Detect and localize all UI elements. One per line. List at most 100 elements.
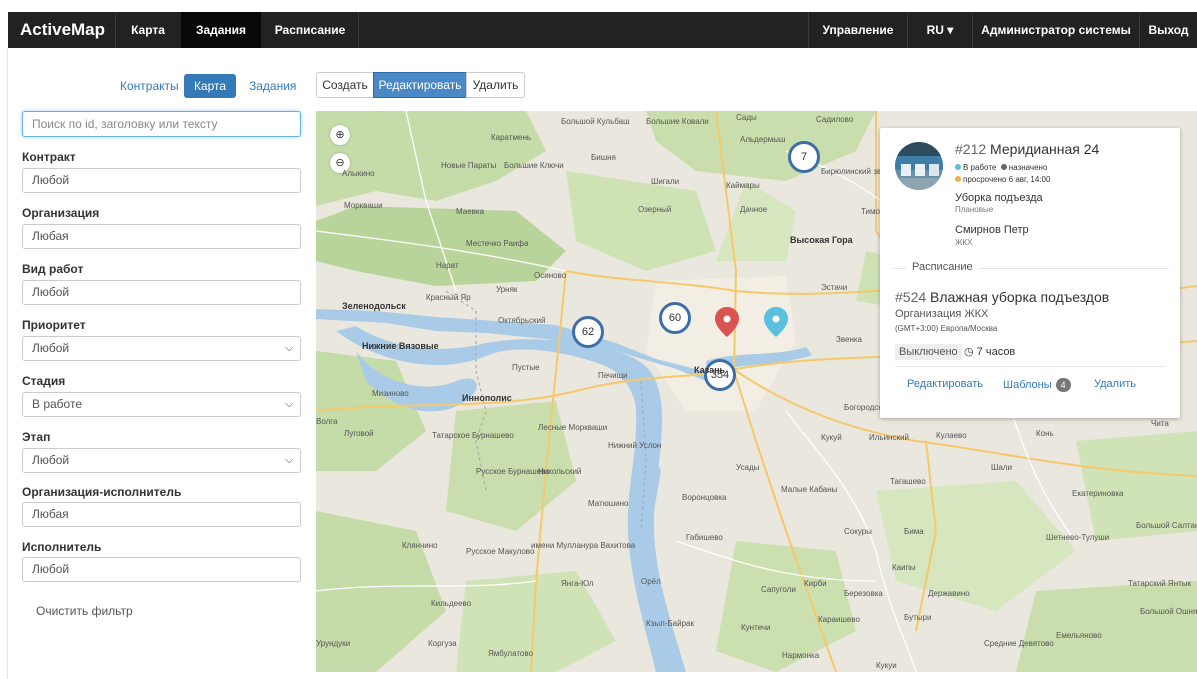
executor-org-field[interactable]: Любая (22, 502, 301, 527)
card-divider (895, 366, 1165, 367)
map-place-label: Ямбулатово (488, 649, 533, 658)
task-category: Уборка подъезда (955, 192, 1043, 204)
map-place-label: Луговой (344, 429, 374, 438)
map-place-label: Волга (316, 417, 338, 426)
work-type-label: Вид работ (22, 262, 84, 276)
task-name: Меридианная 24 (990, 141, 1100, 157)
brand-logo[interactable]: ActiveMap (20, 12, 105, 48)
status-work-dot (955, 164, 961, 170)
map-place-label: Бима (904, 527, 924, 536)
assignee-org: ЖКХ (955, 238, 973, 247)
map-place-label: Шигали (651, 177, 680, 186)
task-info-card: #212 Меридианная 24 В работе назначено п… (880, 128, 1180, 418)
work-type-field[interactable]: Любой (22, 280, 301, 305)
map-place-label: Иннополис (462, 393, 512, 403)
map-place-label: Красный Яр (426, 293, 471, 302)
map-place-label: Новые Параты (441, 161, 497, 170)
organization-field[interactable]: Любая (22, 224, 301, 249)
nav-management[interactable]: Управление (809, 12, 907, 48)
map-place-label: Каймары (726, 181, 760, 190)
map-place-label: Сокуры (844, 527, 872, 536)
task-subcategory: Плановые (955, 205, 994, 214)
map-cluster[interactable]: 62 (572, 316, 604, 348)
map-place-label: Коргуза (428, 639, 457, 648)
map-place-label: Кирби (804, 579, 827, 588)
templates-count-badge: 4 (1055, 378, 1071, 392)
executor-org-label: Организация-исполнитель (22, 485, 182, 499)
map-place-label: Кукуй (821, 433, 842, 442)
user-menu[interactable]: Администратор системы (973, 12, 1139, 48)
task-id: #212 (955, 141, 987, 157)
delete-button[interactable]: Удалить (466, 72, 525, 98)
building-photo-avatar (895, 142, 943, 190)
priority-select[interactable]: Любой ⌵ (22, 336, 301, 361)
task-overdue: просрочено 6 авг, 14:00 (955, 175, 1050, 184)
organization-label: Организация (22, 206, 100, 220)
map-place-label: Маевка (456, 207, 485, 216)
map-place-label: Нарат (436, 261, 459, 270)
map-place-label: Звенка (836, 335, 862, 344)
map-cluster[interactable]: 7 (788, 141, 820, 173)
search-input[interactable] (22, 111, 301, 137)
tab-map[interactable]: Карта (184, 74, 236, 98)
assignee-name: Смирнов Петр (955, 224, 1029, 236)
executor-field[interactable]: Любой (22, 557, 301, 582)
map-place-label: Нижние Вязовые (362, 341, 439, 351)
map-place-label: Бутыри (904, 613, 932, 622)
status-assigned-dot (1000, 164, 1007, 170)
map-place-label: Печищи (598, 371, 628, 380)
zoom-in-icon[interactable]: ⊕ (330, 125, 350, 145)
map-place-label: Татарский Янтык (1128, 579, 1192, 588)
map-place-label: Матюшино (588, 499, 629, 508)
task-title[interactable]: #212 Меридианная 24 (955, 141, 1099, 157)
schedule-title[interactable]: #524 Влажная уборка подъездов (895, 289, 1109, 305)
clock-icon: ◷ (964, 346, 974, 358)
map-place-label: Кзыл-Байрак (646, 619, 694, 628)
map-place-label: Кулаево (936, 431, 967, 440)
map-place-label: Усады (736, 463, 760, 472)
priority-label: Приоритет (22, 318, 86, 332)
overdue-dot (955, 176, 961, 182)
nav-map[interactable]: Карта (116, 12, 180, 48)
edit-button[interactable]: Редактировать (373, 72, 467, 98)
map-place-label: Никольский (538, 467, 582, 476)
map-place-label: Каратмень (491, 133, 532, 142)
stage-value: В работе (32, 397, 83, 411)
map-place-label: Малые Кабаны (781, 485, 838, 494)
logout-link[interactable]: Выход (1140, 12, 1197, 48)
contract-field[interactable]: Любой (22, 168, 301, 193)
map-place-label: Эстачи (821, 283, 848, 292)
map-place-label: Пустые (512, 363, 540, 372)
map-cluster[interactable]: 60 (659, 302, 691, 334)
task-status: В работе назначено (955, 163, 1047, 172)
map-place-label: Лесные Моркваши (538, 423, 608, 432)
delete-schedule-link[interactable]: Удалить (1094, 378, 1136, 390)
map-place-label: Большие Ковали (646, 117, 709, 126)
map-place-label: Державино (928, 589, 970, 598)
map-place-label: Русское Макулово (466, 547, 535, 556)
map-place-label: Нижний Услон (608, 441, 662, 450)
map-place-label: Екатериновка (1072, 489, 1124, 498)
nav-schedule[interactable]: Расписание (262, 12, 358, 48)
nav-tasks[interactable]: Задания (181, 12, 261, 48)
tab-contracts[interactable]: Контракты (112, 74, 187, 98)
map-place-label: Альдермыш (740, 135, 786, 144)
map-place-label: Каипы (892, 563, 916, 572)
create-button[interactable]: Создать (316, 72, 374, 98)
clear-filter-button[interactable]: Очистить фильтр (36, 604, 133, 618)
map-place-label: Воронцовка (682, 493, 727, 502)
contract-label: Контракт (22, 150, 76, 164)
templates-link[interactable]: Шаблоны 4 (1003, 378, 1071, 392)
phase-label: Этап (22, 430, 51, 444)
map-place-label: Октябрьский (498, 316, 546, 325)
map-place-label: Алыкино (342, 169, 375, 178)
map-cluster[interactable]: 354 (704, 359, 736, 391)
stage-select[interactable]: В работе ⌵ (22, 392, 301, 417)
map-marker-blue-dot (772, 315, 780, 323)
map-place-label: Габишево (686, 533, 723, 542)
duration-text: 7 часов (976, 346, 1016, 358)
tab-tasks[interactable]: Задания (241, 74, 304, 98)
edit-schedule-link[interactable]: Редактировать (907, 378, 983, 390)
language-dropdown[interactable]: RU ▾ (908, 12, 972, 48)
phase-select[interactable]: Любой ⌵ (22, 448, 301, 473)
